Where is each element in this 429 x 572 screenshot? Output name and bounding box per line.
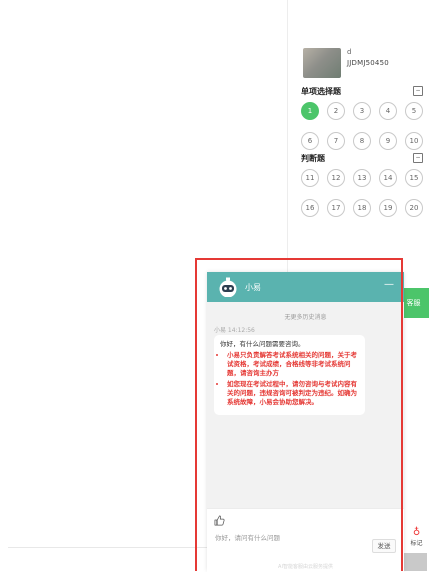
footer-block [402,553,427,571]
single-choice-title: 单项选择题 [301,87,341,96]
question-number-button[interactable]: 6 [301,132,319,150]
true-false-collapse-icon[interactable]: − [413,153,423,163]
question-number-button[interactable]: 12 [327,169,345,187]
question-number-button[interactable]: 14 [379,169,397,187]
question-number-button[interactable]: 11 [301,169,319,187]
question-number-button[interactable]: 16 [301,199,319,217]
question-number-button[interactable]: 9 [379,132,397,150]
question-number-button[interactable]: 4 [379,102,397,120]
question-number-button[interactable]: 18 [353,199,371,217]
bookmark-label: 标记 [410,540,423,547]
candidate-card: d JJDMJ50450 [303,46,423,82]
question-number-button[interactable]: 5 [405,102,423,120]
question-number-button[interactable]: 20 [405,199,423,217]
true-false-title: 判断题 [301,154,325,163]
bookmark-icon: ♁ [412,527,421,538]
true-false-grid: 11 12 13 14 15 16 17 18 19 20 [301,169,423,217]
question-number-button[interactable]: 10 [405,132,423,150]
question-number-button[interactable]: 2 [327,102,345,120]
candidate-name: d [347,48,352,56]
question-number-button[interactable]: 3 [353,102,371,120]
question-number-button[interactable]: 7 [327,132,345,150]
question-number-button[interactable]: 19 [379,199,397,217]
candidate-id: JJDMJ50450 [347,59,389,67]
question-number-button[interactable]: 8 [353,132,371,150]
bookmark-button[interactable]: ♁ 标记 [404,527,429,547]
question-number-button[interactable]: 1 [301,102,319,120]
question-number-button[interactable]: 15 [405,169,423,187]
candidate-photo [303,48,341,78]
single-choice-grid: 1 2 3 4 5 6 7 8 9 10 [301,102,423,150]
single-choice-collapse-icon[interactable]: − [413,86,423,96]
highlight-frame [195,258,403,571]
question-number-button[interactable]: 17 [327,199,345,217]
question-number-button[interactable]: 13 [353,169,371,187]
